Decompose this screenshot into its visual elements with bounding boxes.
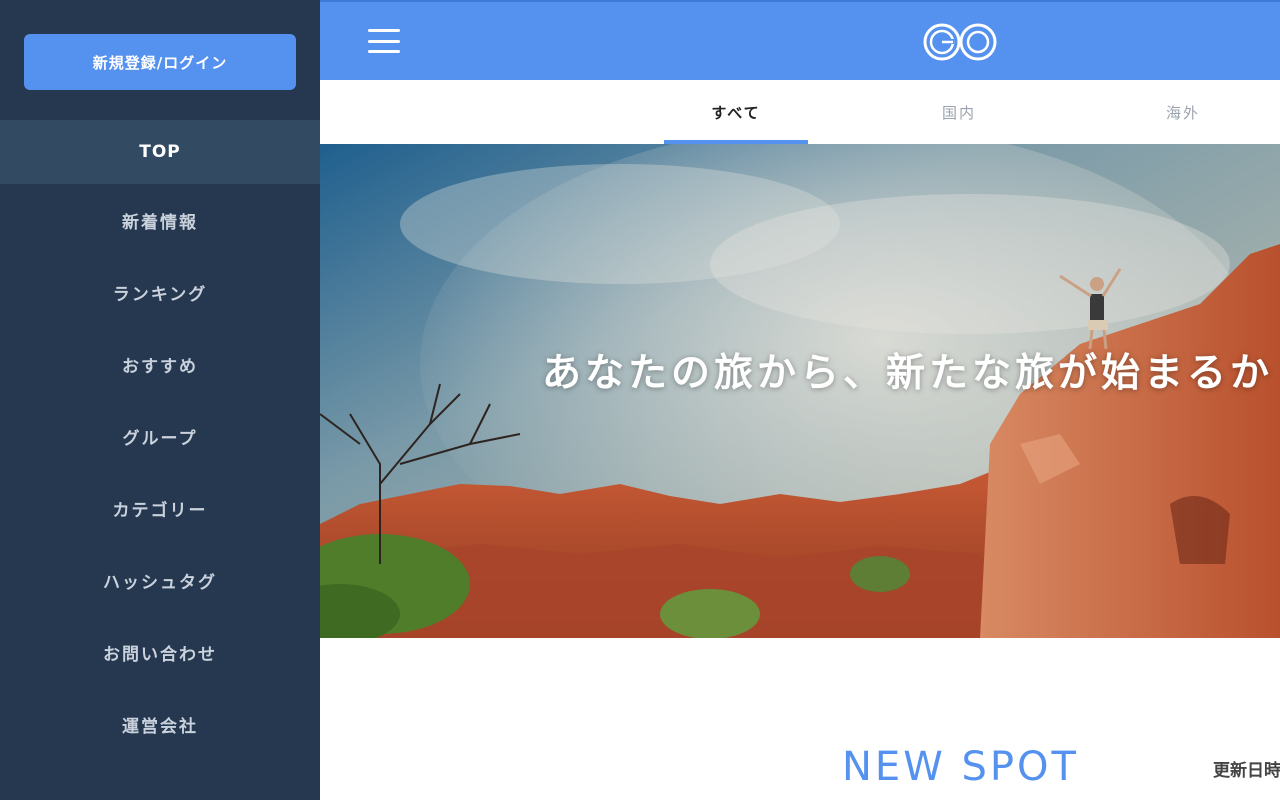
sidebar-item-contact[interactable]: お問い合わせ <box>0 616 320 688</box>
sidebar-item-recommended[interactable]: おすすめ <box>0 328 320 400</box>
top-header <box>320 0 1280 80</box>
sort-updated-label[interactable]: 更新日時 <box>1213 756 1280 781</box>
sidebar-nav: TOP 新着情報 ランキング おすすめ グループ カテゴリー ハッシュタグ お問… <box>0 120 320 760</box>
sidebar-item-category[interactable]: カテゴリー <box>0 472 320 544</box>
tab-overseas[interactable]: 海外 <box>1111 80 1255 144</box>
hero-banner: あなたの旅から、新たな旅が始まるか <box>320 144 1280 638</box>
sidebar-item-company[interactable]: 運営会社 <box>0 688 320 760</box>
sidebar-item-ranking[interactable]: ランキング <box>0 256 320 328</box>
tab-all[interactable]: すべて <box>664 80 808 144</box>
section-title: NEW SPOT <box>842 744 1079 790</box>
sidebar-item-hashtag[interactable]: ハッシュタグ <box>0 544 320 616</box>
sidebar-item-group[interactable]: グループ <box>0 400 320 472</box>
tab-domestic[interactable]: 国内 <box>887 80 1031 144</box>
go-logo[interactable] <box>922 20 1000 64</box>
sidebar: 新規登録/ログイン TOP 新着情報 ランキング おすすめ グループ カテゴリー… <box>0 0 320 800</box>
sidebar-item-news[interactable]: 新着情報 <box>0 184 320 256</box>
content-area: NEW SPOT 更新日時 <box>320 638 1280 800</box>
login-register-button[interactable]: 新規登録/ログイン <box>24 34 296 90</box>
hamburger-menu-icon[interactable] <box>368 26 400 56</box>
sidebar-item-top[interactable]: TOP <box>0 120 320 184</box>
region-tabs: すべて 国内 海外 <box>320 80 1280 144</box>
hero-headline: あなたの旅から、新たな旅が始まるか <box>542 351 1274 396</box>
